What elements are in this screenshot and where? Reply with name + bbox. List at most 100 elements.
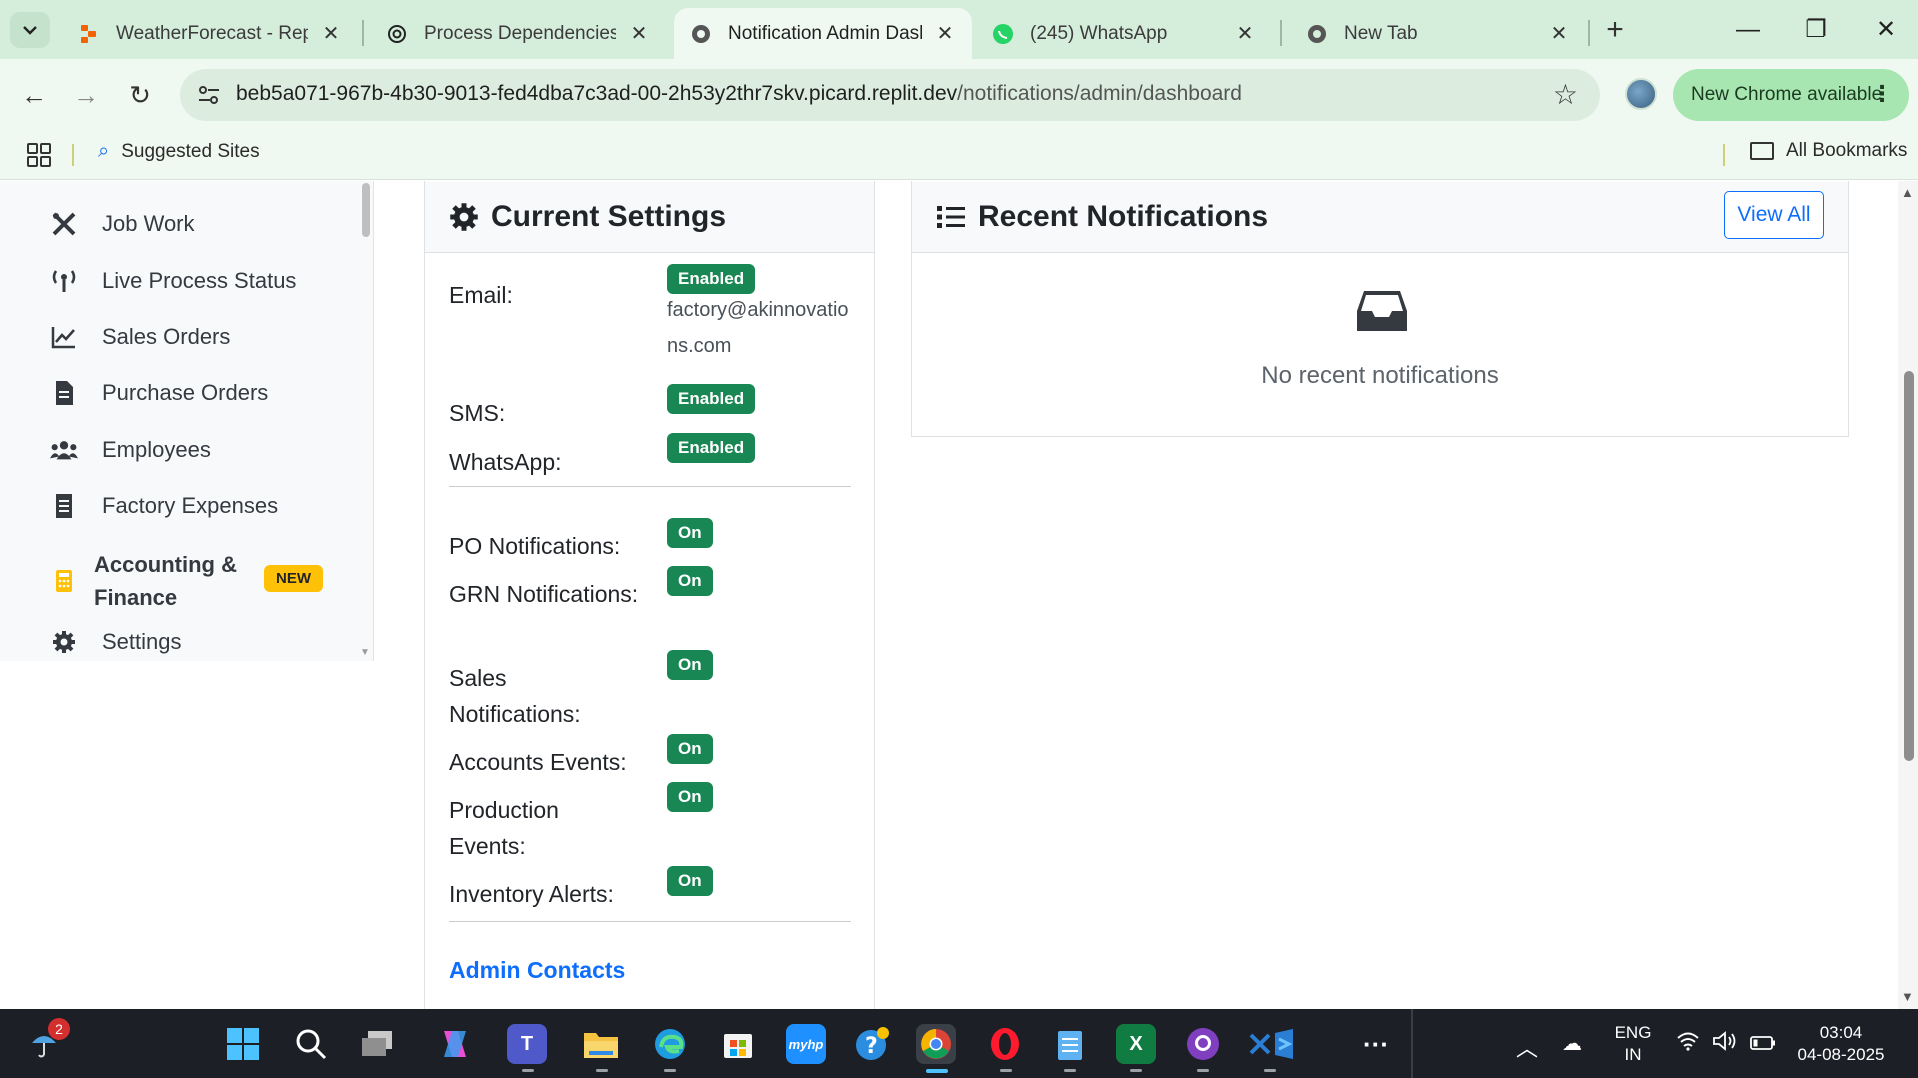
sidebar-item-live-process-status[interactable]: Live Process Status: [50, 261, 296, 301]
onedrive-icon[interactable]: ☁: [1562, 1031, 1582, 1056]
address-bar[interactable]: beb5a071-967b-4b30-9013-fed4dba7c3ad-00-…: [180, 69, 1600, 121]
wifi-icon[interactable]: [1676, 1031, 1700, 1057]
notepad-icon[interactable]: [1050, 1024, 1090, 1064]
file-explorer-icon[interactable]: [581, 1024, 621, 1064]
battery-icon[interactable]: [1750, 1031, 1776, 1057]
myhp-icon[interactable]: myhp: [786, 1024, 826, 1064]
sales-notifications-badge: On: [667, 650, 713, 680]
bookmark-star-icon[interactable]: ☆: [1553, 78, 1578, 111]
label-line: Finance: [94, 585, 178, 610]
edge-icon[interactable]: [650, 1024, 690, 1064]
tab-weatherforecast[interactable]: WeatherForecast - Replit ✕: [62, 8, 358, 59]
close-icon[interactable]: ✕: [628, 21, 650, 46]
tools-icon: [50, 210, 78, 238]
search-icon[interactable]: [291, 1024, 331, 1064]
opera-icon[interactable]: [985, 1024, 1025, 1064]
sidebar-item-settings[interactable]: Settings: [50, 622, 182, 662]
email-status-badge: Enabled: [667, 264, 756, 294]
chrome-update-button[interactable]: New Chrome available ⋮: [1673, 69, 1909, 121]
folder-icon: [1750, 142, 1774, 160]
search-icon: ⌕: [98, 140, 110, 162]
sidebar-item-sales-orders[interactable]: Sales Orders: [50, 317, 230, 357]
sidebar-item-factory-expenses[interactable]: Factory Expenses: [50, 486, 278, 526]
get-help-icon[interactable]: ?: [853, 1024, 893, 1064]
view-all-button[interactable]: View All: [1724, 191, 1824, 239]
sidebar-scrollbar[interactable]: [362, 183, 370, 237]
tab-search-button[interactable]: [10, 12, 50, 48]
accounts-events-label: Accounts Events:: [449, 749, 627, 775]
site-settings-icon[interactable]: [194, 80, 224, 110]
scroll-down-arrow-icon[interactable]: ▼: [360, 647, 370, 658]
new-tab-button[interactable]: +: [1598, 12, 1632, 48]
excel-icon[interactable]: X: [1116, 1024, 1156, 1064]
sidebar-item-label: Factory Expenses: [102, 493, 279, 518]
suggested-sites-link[interactable]: ⌕ Suggested Sites: [98, 140, 260, 163]
new-badge: NEW: [264, 565, 323, 592]
sidebar-item-employees[interactable]: Employees: [50, 430, 211, 470]
running-indicator: [1197, 1069, 1209, 1072]
grn-notifications-label: GRN Notifications:: [449, 581, 639, 607]
sidebar-item-accounting-finance[interactable]: Accounting & Finance: [50, 545, 237, 617]
microsoft-store-icon[interactable]: [718, 1024, 758, 1064]
page-content: Job Work Live Process Status Sales Order…: [0, 181, 1918, 1009]
accounts-events-badge: On: [667, 734, 713, 764]
tab-title: New Tab: [1344, 22, 1418, 44]
teams-icon[interactable]: T: [507, 1024, 547, 1064]
line-chart-icon: [50, 323, 78, 351]
close-icon[interactable]: ✕: [934, 21, 956, 46]
apps-grid-icon[interactable]: [26, 142, 52, 168]
sidebar-item-job-work[interactable]: Job Work: [50, 204, 195, 244]
reload-button[interactable]: ↻: [120, 75, 160, 115]
volume-icon[interactable]: [1712, 1031, 1738, 1057]
sidebar-item-purchase-orders[interactable]: Purchase Orders: [50, 373, 268, 413]
gear-icon: [449, 202, 479, 232]
language-indicator[interactable]: ENG IN: [1610, 1022, 1656, 1066]
forward-button[interactable]: →: [66, 75, 106, 115]
inbox-icon: [1357, 291, 1407, 331]
close-icon[interactable]: ✕: [1548, 21, 1570, 46]
update-label: New Chrome available: [1691, 84, 1883, 105]
sidebar-item-label: Live Process Status: [102, 268, 297, 293]
grn-notifications-badge: On: [667, 566, 713, 596]
browser-tab-bar: WeatherForecast - Replit ✕ Process Depen…: [0, 0, 1918, 59]
url-text: beb5a071-967b-4b30-9013-fed4dba7c3ad-00-…: [236, 82, 1242, 106]
minimize-button[interactable]: —: [1718, 8, 1778, 52]
github-icon[interactable]: [1183, 1024, 1223, 1064]
openai-icon: [386, 23, 408, 45]
scroll-up-arrow-icon[interactable]: ▲: [1901, 185, 1914, 200]
close-icon[interactable]: ✕: [1234, 21, 1256, 46]
running-indicator: [1130, 1069, 1142, 1072]
language-line: ENG: [1614, 1023, 1652, 1042]
label-line: Accounting &: [94, 552, 237, 577]
tab-whatsapp[interactable]: (245) WhatsApp ✕: [976, 8, 1272, 59]
all-bookmarks-link[interactable]: All Bookmarks: [1750, 140, 1907, 162]
page-scrollbar-thumb[interactable]: [1904, 371, 1914, 761]
sidebar-item-label: Settings: [102, 629, 182, 654]
close-icon[interactable]: ✕: [320, 21, 342, 46]
running-indicator: [596, 1069, 608, 1072]
profile-avatar[interactable]: [1625, 78, 1657, 110]
vscode-icon[interactable]: [1248, 1024, 1304, 1064]
scroll-down-arrow-icon[interactable]: ▼: [1901, 989, 1914, 1004]
tab-new-tab[interactable]: New Tab ✕: [1290, 8, 1586, 59]
tab-title: (245) WhatsApp: [1030, 22, 1168, 44]
clock[interactable]: 03:04 04-08-2025: [1786, 1022, 1896, 1066]
close-window-button[interactable]: ✕: [1856, 8, 1916, 52]
gear-icon: [50, 628, 78, 656]
card-header: Recent Notifications View All: [912, 182, 1848, 253]
more-apps-icon[interactable]: ···: [1356, 1024, 1396, 1064]
restore-button[interactable]: ❐: [1786, 8, 1846, 52]
back-button[interactable]: ←: [14, 75, 54, 115]
kebab-menu-icon[interactable]: ⋮: [1871, 81, 1893, 107]
tab-process-dependencies[interactable]: Process Dependencies O ✕: [370, 8, 666, 59]
admin-contacts-heading[interactable]: Admin Contacts: [449, 957, 625, 984]
copilot-icon[interactable]: [435, 1024, 475, 1064]
tab-notification-admin[interactable]: Notification Admin Dashb ✕: [674, 8, 972, 59]
chevron-up-icon[interactable]: ︿: [1516, 1031, 1538, 1063]
task-view-icon[interactable]: [357, 1024, 397, 1064]
chrome-taskbar-icon[interactable]: [916, 1024, 956, 1064]
browser-toolbar: ← → ↻ beb5a071-967b-4b30-9013-fed4dba7c3…: [0, 59, 1918, 130]
windows-start-icon[interactable]: [223, 1024, 263, 1064]
whatsapp-status-badge: Enabled: [667, 433, 756, 463]
notification-count-badge: 2: [48, 1018, 70, 1040]
